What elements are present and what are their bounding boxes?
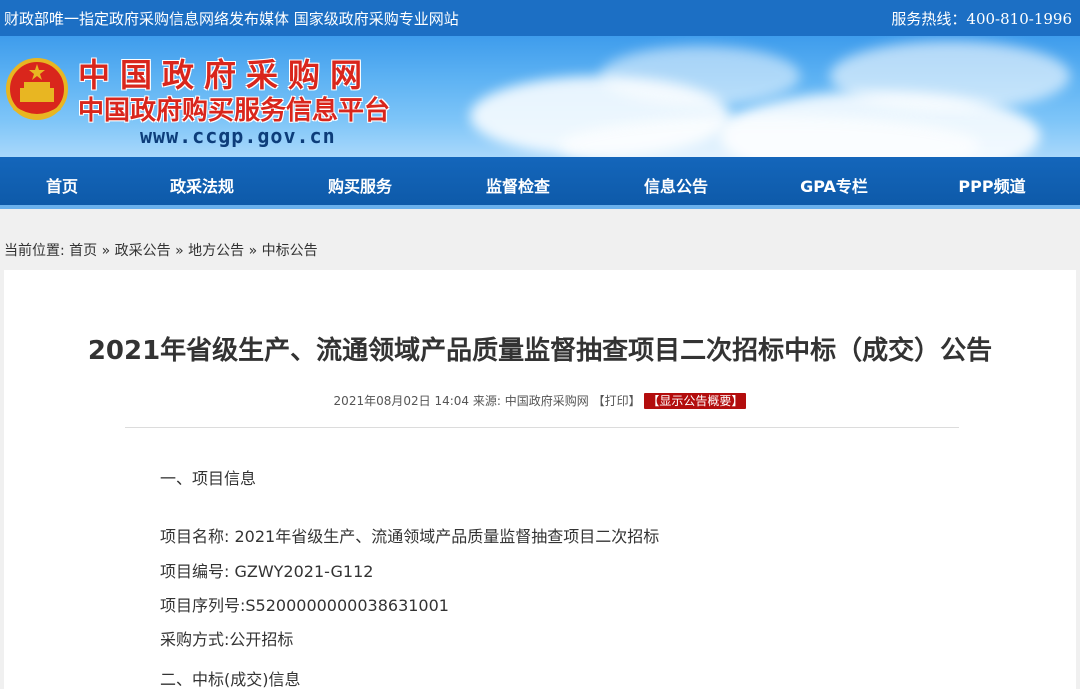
- breadcrumb: 当前位置: 首页 » 政采公告 » 地方公告 » 中标公告: [4, 240, 318, 260]
- show-summary-button[interactable]: 【显示公告概要】: [644, 393, 747, 409]
- article-panel: 2021年省级生产、流通领域产品质量监督抽查项目二次招标中标（成交）公告 202…: [4, 270, 1076, 689]
- breadcrumb-gov-announcements[interactable]: 政采公告: [115, 243, 171, 259]
- print-link[interactable]: 【打印】: [593, 394, 641, 408]
- breadcrumb-sep: »: [175, 243, 184, 259]
- project-serial: 项目序列号:S5200000000038631001: [160, 596, 449, 615]
- site-slogan: 财政部唯一指定政府采购信息网络发布媒体 国家级政府采购专业网站: [4, 10, 459, 28]
- nav-announcements[interactable]: 信息公告: [644, 173, 708, 197]
- top-strip: 财政部唯一指定政府采购信息网络发布媒体 国家级政府采购专业网站 服务热线：400…: [0, 0, 1080, 36]
- divider: [125, 427, 959, 428]
- nav-gpa[interactable]: GPA专栏: [800, 173, 868, 197]
- nav-supervision[interactable]: 监督检查: [486, 173, 550, 197]
- main-nav: 首页 政采法规 购买服务 监督检查 信息公告 GPA专栏 PPP频道: [0, 157, 1080, 209]
- project-number: 项目编号: GZWY2021-G112: [160, 562, 374, 581]
- service-hotline: 服务热线：400-810-1996: [891, 10, 1072, 28]
- breadcrumb-sep: »: [101, 243, 111, 259]
- breadcrumb-prefix: 当前位置:: [4, 243, 65, 259]
- article-date: 2021年08月02日 14:04: [333, 394, 470, 408]
- breadcrumb-local-announcements[interactable]: 地方公告: [188, 243, 244, 259]
- nav-home[interactable]: 首页: [46, 173, 78, 197]
- breadcrumb-award-announcements[interactable]: 中标公告: [262, 243, 318, 259]
- article-meta: 2021年08月02日 14:04 来源: 中国政府采购网 【打印】 【显示公告…: [4, 392, 1076, 409]
- section-award-info: 二、中标(成交)信息: [160, 670, 301, 689]
- nav-regulations[interactable]: 政采法规: [170, 173, 234, 197]
- header-banner: 中国政府采购网 中国政府购买服务信息平台 www.ccgp.gov.cn: [0, 36, 1080, 157]
- nav-purchase-services[interactable]: 购买服务: [328, 173, 392, 197]
- breadcrumb-sep: »: [248, 243, 258, 259]
- nav-ppp[interactable]: PPP频道: [958, 173, 1025, 197]
- article-title: 2021年省级生产、流通领域产品质量监督抽查项目二次招标中标（成交）公告: [87, 336, 993, 366]
- national-emblem-icon: [6, 58, 68, 120]
- section-project-info: 一、项目信息: [160, 469, 257, 488]
- article-source: 中国政府采购网: [504, 394, 589, 408]
- project-name: 项目名称: 2021年省级生产、流通领域产品质量监督抽查项目二次招标: [160, 527, 660, 546]
- procurement-method: 采购方式:公开招标: [160, 630, 294, 649]
- source-label: 来源:: [472, 394, 501, 408]
- logo-url: www.ccgp.gov.cn: [140, 124, 336, 148]
- logo-subtitle: 中国政府购买服务信息平台: [78, 96, 391, 126]
- breadcrumb-home[interactable]: 首页: [69, 243, 97, 259]
